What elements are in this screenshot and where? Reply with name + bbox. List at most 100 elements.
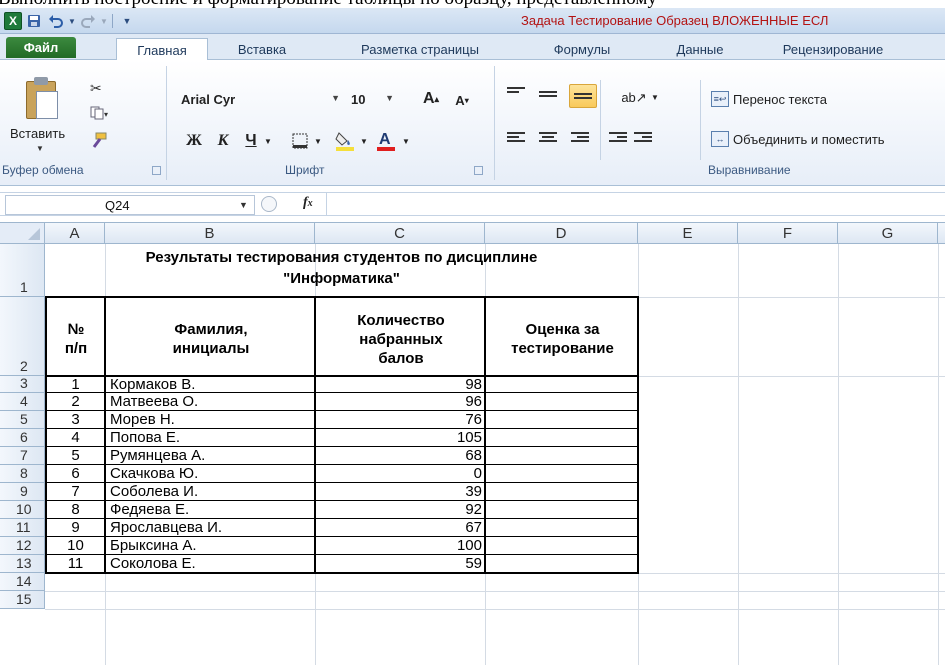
cell-name[interactable]: Матвеева О.	[110, 393, 314, 411]
cell-score[interactable]: 39	[316, 483, 482, 501]
row-header-13[interactable]: 13	[0, 555, 45, 573]
cell-score[interactable]: 96	[316, 393, 482, 411]
undo-dropdown-icon[interactable]: ▼	[68, 12, 76, 30]
cell-number[interactable]: 3	[47, 411, 104, 429]
cell-number[interactable]: 11	[47, 555, 104, 573]
tab-file[interactable]: Файл	[6, 37, 76, 58]
cell-grade[interactable]	[486, 555, 637, 573]
row-header-5[interactable]: 5	[0, 411, 45, 429]
cell-name[interactable]: Соколова Е.	[110, 555, 314, 573]
cell-score[interactable]: 76	[316, 411, 482, 429]
cell-name[interactable]: Морев Н.	[110, 411, 314, 429]
cell-grade[interactable]	[486, 501, 637, 519]
row-header-8[interactable]: 8	[0, 465, 45, 483]
cell-number[interactable]: 9	[47, 519, 104, 537]
column-header-h[interactable]	[938, 223, 945, 244]
cell-score[interactable]: 0	[316, 465, 482, 483]
cut-icon[interactable]: ✂	[90, 80, 102, 97]
cell-grade[interactable]	[486, 537, 637, 555]
font-name-combo[interactable]: Arial Cyr ▼	[175, 88, 345, 110]
excel-app-icon[interactable]: X	[4, 12, 22, 30]
grow-font-icon[interactable]: A ▴	[420, 88, 442, 110]
row-header-11[interactable]: 11	[0, 519, 45, 537]
undo-icon[interactable]	[46, 12, 66, 30]
cell-grade[interactable]	[486, 411, 637, 429]
clipboard-launcher-icon[interactable]	[152, 166, 161, 175]
cell-name[interactable]: Попова Е.	[110, 429, 314, 447]
borders-icon[interactable]	[290, 131, 310, 151]
merge-center-button[interactable]: Объединить и поместить	[733, 132, 885, 147]
chevron-down-icon[interactable]: ▼	[239, 200, 248, 210]
worksheet-grid[interactable]: A B C D E F G 1 2 3 4 5 6 7 8 9 10 11 12…	[0, 222, 945, 665]
column-header-c[interactable]: C	[315, 223, 485, 244]
column-header-b[interactable]: B	[105, 223, 315, 244]
cell-score[interactable]: 68	[316, 447, 482, 465]
column-header-g[interactable]: G	[838, 223, 938, 244]
cell-name[interactable]: Соболева И.	[110, 483, 314, 501]
column-header-a[interactable]: A	[45, 223, 105, 244]
cell-grade[interactable]	[486, 465, 637, 483]
orientation-icon[interactable]: ab↗	[620, 87, 648, 109]
underline-dropdown-icon[interactable]: ▼	[262, 134, 274, 148]
cell-name[interactable]: Румянцева А.	[110, 447, 314, 465]
row-header-6[interactable]: 6	[0, 429, 45, 447]
tab-review[interactable]: Рецензирование	[758, 38, 908, 60]
redo-icon[interactable]	[78, 12, 98, 30]
align-top-icon[interactable]	[507, 87, 525, 101]
cell-score[interactable]: 105	[316, 429, 482, 447]
cell-number[interactable]: 10	[47, 537, 104, 555]
cell-grade[interactable]	[486, 393, 637, 411]
fill-color-icon[interactable]	[333, 128, 357, 152]
cell-grade[interactable]	[486, 447, 637, 465]
borders-dropdown-icon[interactable]: ▼	[312, 134, 324, 148]
row-header-10[interactable]: 10	[0, 501, 45, 519]
paste-button[interactable]: Вставить	[10, 126, 65, 141]
cell-number[interactable]: 6	[47, 465, 104, 483]
select-all-corner[interactable]	[0, 223, 45, 244]
cell-number[interactable]: 4	[47, 429, 104, 447]
cell-number[interactable]: 8	[47, 501, 104, 519]
tab-page-layout[interactable]: Разметка страницы	[330, 38, 510, 60]
decrease-indent-icon[interactable]	[609, 132, 627, 146]
shrink-font-icon[interactable]: A ▾	[452, 90, 472, 110]
cell-number[interactable]: 5	[47, 447, 104, 465]
copy-icon[interactable]: ▾	[90, 106, 108, 123]
italic-button[interactable]: К	[212, 130, 234, 152]
row-header-14[interactable]: 14	[0, 573, 45, 591]
cell-grade[interactable]	[486, 429, 637, 447]
tab-insert[interactable]: Вставка	[220, 38, 304, 60]
underline-button[interactable]: Ч	[240, 130, 262, 152]
format-painter-icon[interactable]	[88, 132, 108, 153]
bold-button[interactable]: Ж	[183, 130, 205, 152]
cell-name[interactable]: Федяева Е.	[110, 501, 314, 519]
cell-number[interactable]: 7	[47, 483, 104, 501]
cell-grade[interactable]	[486, 519, 637, 537]
cell-score[interactable]: 100	[316, 537, 482, 555]
redo-dropdown-icon[interactable]: ▼	[100, 12, 108, 30]
column-header-e[interactable]: E	[638, 223, 738, 244]
tab-formulas[interactable]: Формулы	[532, 38, 632, 60]
cell-score[interactable]: 67	[316, 519, 482, 537]
row-header-7[interactable]: 7	[0, 447, 45, 465]
tab-data[interactable]: Данные	[660, 38, 740, 60]
align-middle-icon[interactable]	[539, 91, 557, 105]
paste-dropdown-icon[interactable]: ▼	[36, 144, 44, 153]
column-header-f[interactable]: F	[738, 223, 838, 244]
column-header-d[interactable]: D	[485, 223, 638, 244]
orientation-dropdown-icon[interactable]: ▼	[650, 90, 660, 104]
font-launcher-icon[interactable]	[474, 166, 483, 175]
row-header-9[interactable]: 9	[0, 483, 45, 501]
wrap-text-button[interactable]: Перенос текста	[733, 92, 827, 107]
font-color-dropdown-icon[interactable]: ▼	[400, 134, 412, 148]
align-center-icon[interactable]	[539, 132, 557, 146]
merge-center-icon[interactable]: ↔	[711, 131, 729, 147]
cell-number[interactable]: 2	[47, 393, 104, 411]
customize-qat-icon[interactable]: ▼	[117, 12, 137, 30]
cell-score[interactable]: 92	[316, 501, 482, 519]
tab-home[interactable]: Главная	[116, 38, 208, 61]
align-left-icon[interactable]	[507, 132, 525, 146]
row-header-2[interactable]: 2	[0, 297, 45, 376]
fill-color-dropdown-icon[interactable]: ▼	[358, 134, 370, 148]
formula-input[interactable]	[332, 195, 942, 215]
save-icon[interactable]	[24, 12, 44, 30]
